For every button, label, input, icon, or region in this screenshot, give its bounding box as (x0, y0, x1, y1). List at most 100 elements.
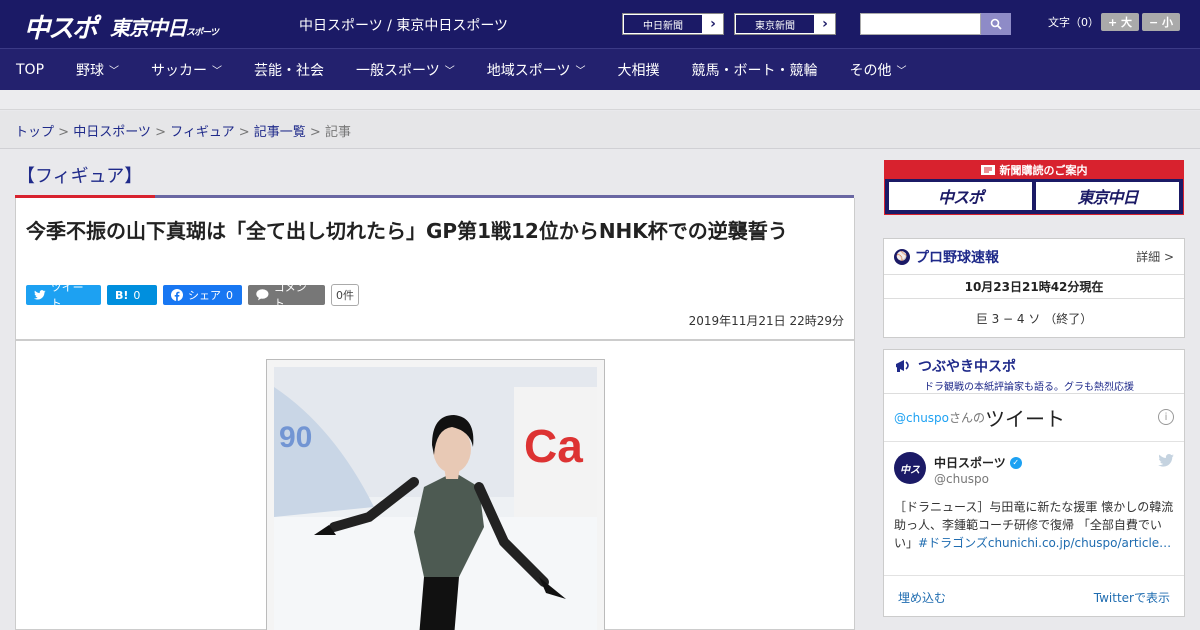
facebook-share-button[interactable]: シェア 0 (163, 285, 242, 305)
tokyo-shimbun-label: 東京新聞 (735, 14, 815, 34)
pro-baseball-updated: 10月23日21時42分現在 (884, 275, 1184, 299)
chevron-down-icon: ﹀ (896, 66, 907, 77)
chevron-down-icon: ﹀ (212, 66, 223, 77)
tweet-card[interactable]: 中ス 中日スポーツ ✓ @chuspo ［ドラニュース］与田竜に新たな援軍 懐か… (884, 442, 1184, 576)
breadcrumb-article-list[interactable]: 記事一覧 (254, 125, 306, 140)
tweet-link[interactable]: chunichi.co.jp/chuspo/article… (988, 536, 1171, 550)
nav-item-baseball[interactable]: 野球 ﹀ (60, 49, 135, 91)
pro-baseball-header: ⚾ プロ野球速報 詳細 > (884, 239, 1184, 275)
baseball-icon: ⚾ (894, 248, 910, 265)
twitter-widget-header: つぶやき中スポ ドラ観戦の本紙評論家も語る。グラも熱烈応援 (884, 350, 1184, 394)
tweet-author[interactable]: 中日スポーツ ✓ (934, 454, 1022, 471)
skater-photo-image: Ca 90 (274, 367, 597, 630)
comment-bubble-icon (256, 289, 269, 301)
chevron-right-icon: › (710, 16, 716, 32)
article-headline: 今季不振の山下真瑚は「全て出し切れたら」GP第1戦12位からNHK杯での逆襲誓う (26, 219, 788, 243)
tweet-author-name: 中日スポーツ (934, 456, 1006, 470)
nav-item-regional-sports[interactable]: 地域スポーツ ﹀ (471, 49, 602, 91)
facebook-share-count: 0 (226, 288, 233, 302)
avatar[interactable]: 中ス (894, 452, 926, 484)
nav-label: 地域スポーツ (486, 62, 571, 79)
facebook-share-label: シェア (188, 289, 221, 302)
nav-label: サッカー (151, 62, 208, 79)
chuspo-logo[interactable]: 中スポ (24, 8, 98, 45)
tweet-hashtag[interactable]: #ドラゴンズ (918, 536, 988, 550)
tweets-title: ツイート (985, 407, 1066, 431)
font-size-label: 文字（0） (1048, 16, 1099, 29)
tokyo-chunichi-logo[interactable]: 東京中日スポーツ (110, 12, 219, 41)
site-name: 中日スポーツ / 東京中日スポーツ (299, 18, 509, 34)
tweets-handle-link[interactable]: @chuspoさんの (894, 409, 985, 426)
chevron-down-icon: ﹀ (575, 66, 586, 77)
subscribe-tokyo-chunichi-button[interactable]: 東京中日 (1036, 182, 1179, 210)
breadcrumb-sep: > (150, 125, 171, 140)
breadcrumb-current: 記事 (324, 125, 351, 140)
breadcrumb-bar: トップ > 中日スポーツ > フィギュア > 記事一覧 > 記事 (0, 111, 1200, 149)
pro-baseball-details-link[interactable]: 詳細 > (1136, 248, 1174, 265)
twitter-bird-icon[interactable] (1158, 454, 1174, 471)
nav-label: その他 (849, 62, 892, 79)
article-photo-section: Ca 90 (15, 340, 855, 630)
nav-label: 一般スポーツ (356, 62, 440, 79)
verified-badge-icon: ✓ (1009, 456, 1022, 469)
tweet-button[interactable]: ツイート (26, 281, 101, 310)
tokyo-chunichi-logo-small: スポーツ (186, 28, 219, 38)
top-header: 中スポ 東京中日スポーツ 中日スポーツ / 東京中日スポーツ 中日新聞 › 東京… (0, 0, 1200, 48)
nav-item-other[interactable]: その他 ﹀ (833, 49, 922, 91)
chevron-down-icon: ﹀ (109, 66, 120, 77)
search-input[interactable] (860, 13, 981, 35)
twitter-widget-footer: 埋め込む Twitterで表示 (884, 576, 1184, 618)
view-on-twitter-link[interactable]: Twitterで表示 (1094, 589, 1170, 606)
tweets-header: @chuspoさんの ツイート i (884, 394, 1184, 442)
font-larger-button[interactable]: + 大 (1101, 13, 1139, 31)
nav-item-top[interactable]: TOP (0, 49, 60, 91)
main-nav: TOP 野球 ﹀ サッカー ﹀ 芸能・社会 一般スポーツ ﹀ 地域スポーツ ﹀ 大相撲 … (0, 48, 1200, 90)
breadcrumb-sep: > (305, 125, 325, 140)
font-smaller-button[interactable]: − 小 (1142, 13, 1180, 31)
breadcrumb-sep: > (234, 125, 254, 140)
breadcrumb-top[interactable]: トップ (15, 125, 54, 140)
nav-item-soccer[interactable]: サッカー ﹀ (135, 49, 238, 91)
comment-button[interactable]: コメント (248, 281, 325, 310)
subscribe-chuspo-button[interactable]: 中スポ (889, 182, 1032, 210)
chunichi-shimbun-label: 中日新聞 (623, 14, 703, 34)
subscription-title: 新聞購読のご案内 (999, 164, 1088, 177)
pro-baseball-widget: ⚾ プロ野球速報 詳細 > 10月23日21時42分現在 巨 3 − 4 ソ （… (883, 238, 1185, 338)
subscription-title-bar: 新聞購読のご案内 (885, 161, 1183, 179)
breadcrumb-figure[interactable]: フィギュア (170, 125, 234, 140)
newspaper-icon (980, 165, 995, 175)
info-icon[interactable]: i (1158, 409, 1174, 425)
tweets-suffix: さんの (949, 411, 986, 425)
hatena-bookmark-button[interactable]: B! 0 (107, 285, 157, 305)
tweet-text: ［ドラニュース］与田竜に新たな援軍 懐かしの韓流助っ人、李鍾範コーチ研修で復帰 … (894, 498, 1174, 552)
pro-baseball-title: プロ野球速報 (915, 249, 999, 266)
hatena-icon: B! (115, 288, 129, 302)
share-buttons: ツイート B! 0 シェア 0 コメント 0件 (26, 281, 359, 310)
article-photo[interactable]: Ca 90 (274, 367, 597, 630)
article-header: 今季不振の山下真瑚は「全て出し切れたら」GP第1戦12位からNHK杯での逆襲誓う… (15, 198, 855, 340)
nav-label: 競馬・ボート・競輪 (691, 62, 818, 79)
search-button[interactable] (981, 13, 1011, 35)
comment-count: 0件 (331, 284, 359, 306)
nav-item-entertainment[interactable]: 芸能・社会 (238, 49, 340, 91)
nav-item-general-sports[interactable]: 一般スポーツ ﹀ (340, 49, 471, 91)
tweet-label: ツイート (50, 281, 84, 310)
tweet-handle[interactable]: @chuspo (934, 472, 989, 486)
nav-item-sumo[interactable]: 大相撲 (601, 49, 675, 91)
chunichi-shimbun-link[interactable]: 中日新聞 › (622, 13, 724, 35)
svg-text:Ca: Ca (524, 420, 583, 472)
nav-label: 野球 (76, 62, 105, 79)
photo-frame: Ca 90 (266, 359, 605, 630)
pro-baseball-score[interactable]: 巨 3 − 4 ソ （終了） (884, 299, 1184, 337)
tokyo-shimbun-link[interactable]: 東京新聞 › (734, 13, 836, 35)
embed-link[interactable]: 埋め込む (898, 589, 946, 606)
svg-text:90: 90 (279, 421, 312, 454)
search-form (860, 13, 1011, 35)
chevron-down-icon: ﹀ (444, 66, 455, 77)
breadcrumb-chuspo[interactable]: 中日スポーツ (73, 125, 151, 140)
comment-label: コメント (273, 281, 307, 310)
subscription-banner[interactable]: 新聞購読のご案内 中スポ 東京中日 (884, 160, 1184, 215)
nav-item-racing[interactable]: 競馬・ボート・競輪 (675, 49, 833, 91)
twitter-bird-icon (34, 290, 46, 300)
tweets-handle: @chuspo (894, 411, 950, 425)
